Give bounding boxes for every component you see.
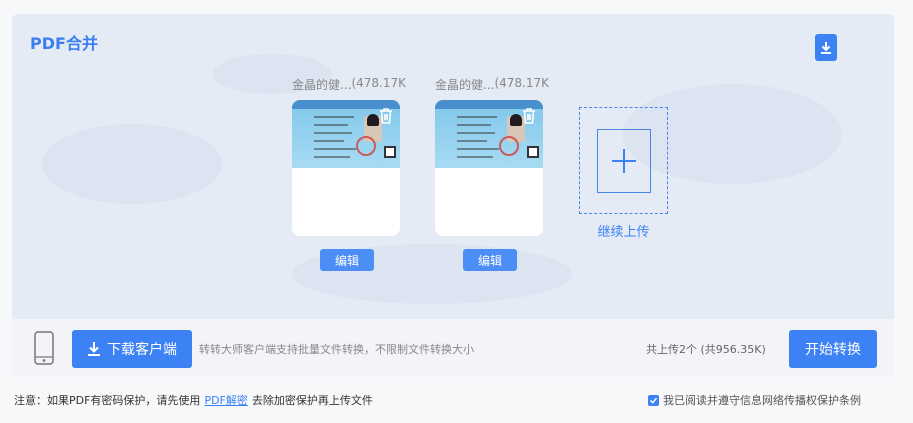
upload-more-label[interactable]: 继续上传 [579,221,668,240]
edit-button[interactable]: 编辑 [463,249,517,271]
download-icon [821,41,831,54]
file-card: 金晶的健... (478.17K [435,76,549,236]
file-size: (478.17K [351,76,406,90]
download-button[interactable] [815,34,837,61]
agreement-checkbox[interactable] [648,394,659,406]
download-icon [88,342,100,356]
plus-icon [612,149,636,173]
trash-icon[interactable] [519,106,539,126]
check-icon [649,397,658,404]
edit-button[interactable]: 编辑 [320,249,374,271]
password-notice: 注意：如果PDF有密码保护，请先使用 PDF解密 去除加密保护再上传文件 [14,392,373,408]
file-name: 金晶的健... [435,78,495,92]
upload-more-button[interactable] [579,107,668,214]
trash-icon[interactable] [376,106,396,126]
agreement: 我已阅读并遵守信息网络传播权保护条例 [648,392,861,408]
upload-panel: PDF合并 金晶的健... (478.17K 编辑 金晶的健... (478.1… [12,14,894,319]
pdf-decrypt-link[interactable]: PDF解密 [204,394,247,407]
file-name-row: 金晶的健... (478.17K [435,76,549,94]
upload-count: 共上传2个 (共956.35K) [646,343,766,356]
file-size: (478.17K [494,76,549,90]
file-thumbnail[interactable] [435,100,543,236]
start-convert-button[interactable]: 开始转换 [789,330,877,368]
notice-suffix: 去除加密保护再上传文件 [251,394,373,407]
download-client-label: 下载客户端 [107,342,177,358]
file-name-row: 金晶的健... (478.17K [292,76,406,94]
notice-prefix: 注意：如果PDF有密码保护，请先使用 [14,394,201,407]
page-title: PDF合并 [30,34,98,53]
action-bar: 下载客户端 转转大师客户端支持批量文件转换，不限制文件转换大小 共上传2个 (共… [12,319,894,377]
file-card: 金晶的健... (478.17K [292,76,406,236]
upload-dropzone [597,129,651,193]
client-description: 转转大师客户端支持批量文件转换，不限制文件转换大小 [199,343,474,356]
file-name: 金晶的健... [292,78,352,92]
download-client-button[interactable]: 下载客户端 [72,330,192,368]
phone-icon [34,331,54,365]
file-thumbnail[interactable] [292,100,400,236]
agreement-label: 我已阅读并遵守信息网络传播权保护条例 [663,394,861,407]
